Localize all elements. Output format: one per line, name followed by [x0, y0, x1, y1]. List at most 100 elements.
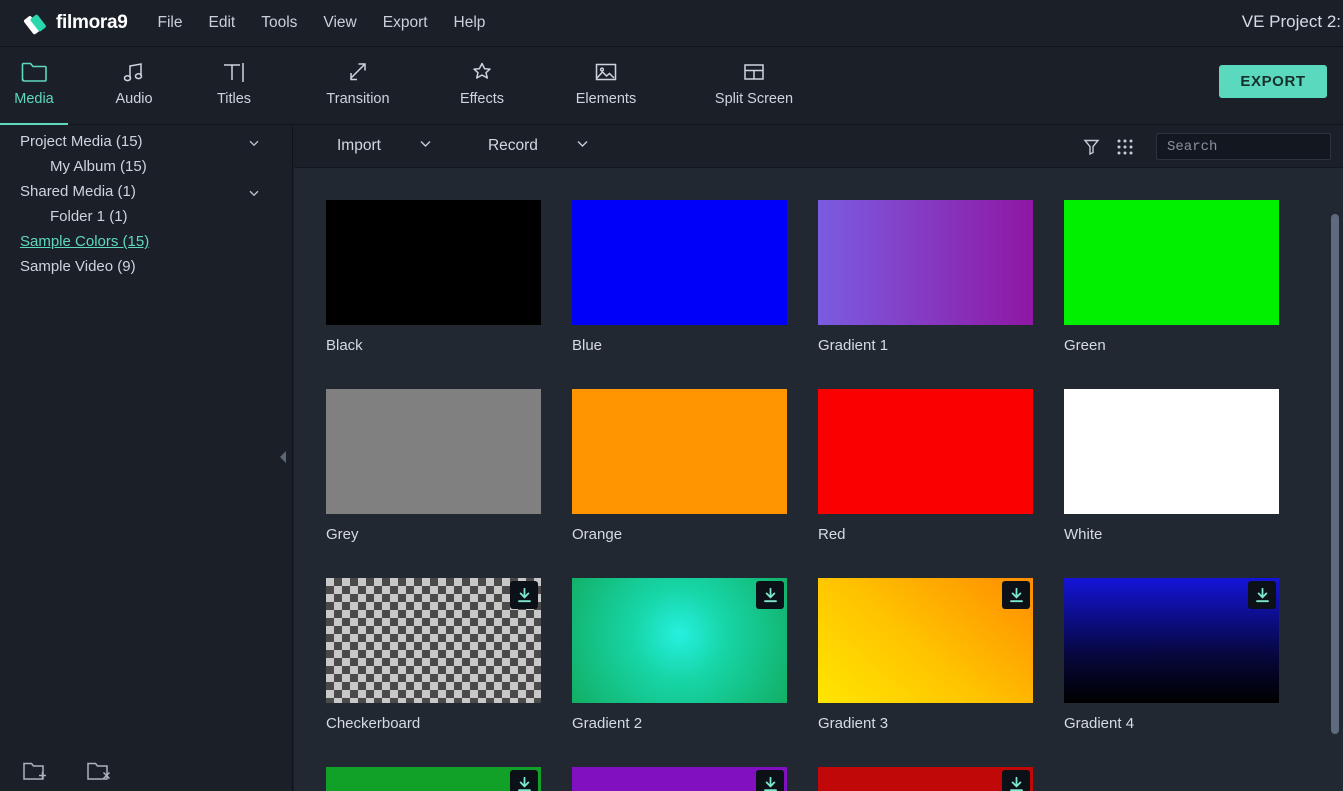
download-arrow-icon[interactable] [1002, 581, 1030, 609]
media-thumbnail[interactable] [326, 578, 541, 703]
media-thumbnail[interactable] [326, 200, 541, 325]
media-thumbnail[interactable] [572, 767, 787, 791]
download-arrow-icon[interactable] [756, 581, 784, 609]
media-toolbar-right [1074, 125, 1331, 168]
media-grid-scroll[interactable]: BlackBlueGradient 1GreenGreyOrangeRedWhi… [294, 168, 1343, 791]
sidebar-item-sample-colors[interactable]: Sample Colors (15) [0, 229, 292, 254]
media-item-label: Gradient 2 [572, 715, 818, 732]
tab-label-titles: Titles [217, 91, 251, 107]
folder-delete-icon[interactable] [86, 759, 114, 783]
sidebar-item-project-media[interactable]: Project Media (15) [0, 129, 292, 154]
download-arrow-icon[interactable] [510, 770, 538, 791]
search-box[interactable] [1156, 133, 1331, 160]
menu-item-view[interactable]: View [323, 14, 356, 32]
media-item-label: Checkerboard [326, 715, 572, 732]
download-arrow-icon[interactable] [1248, 581, 1276, 609]
media-thumbnail[interactable] [818, 578, 1033, 703]
search-input[interactable] [1167, 139, 1343, 155]
media-cell: Gradient 2 [572, 578, 818, 767]
menu-item-file[interactable]: File [158, 14, 183, 32]
media-cell: Red [818, 389, 1064, 578]
menu-bar: File Edit Tools View Export Help [158, 14, 486, 32]
media-item-label: Grey [326, 526, 572, 543]
menu-item-export[interactable]: Export [383, 14, 428, 32]
media-thumbnail[interactable] [326, 389, 541, 514]
tab-audio[interactable]: Audio [100, 47, 168, 125]
media-cell: Checkerboard [326, 578, 572, 767]
collapse-left-icon[interactable] [277, 448, 289, 466]
chevron-down-icon[interactable] [248, 136, 260, 148]
download-arrow-icon[interactable] [756, 770, 784, 791]
media-cell: Grey [326, 389, 572, 578]
media-thumbnail[interactable] [818, 200, 1033, 325]
menu-item-tools[interactable]: Tools [261, 14, 297, 32]
split-screen-icon [741, 60, 767, 84]
tab-label-elements: Elements [576, 91, 636, 107]
media-cell: Gradient 4 [1064, 578, 1310, 767]
import-button[interactable]: Import [337, 137, 432, 155]
media-toolbar: Import Record [294, 125, 1343, 168]
chevron-down-icon[interactable] [419, 137, 432, 155]
media-item-label: Orange [572, 526, 818, 543]
media-thumbnail[interactable] [818, 767, 1033, 791]
media-item-label: Red [818, 526, 1064, 543]
export-button[interactable]: EXPORT [1219, 65, 1327, 98]
tab-transition[interactable]: Transition [300, 47, 416, 125]
media-item-label: Blue [572, 337, 818, 354]
tab-effects[interactable]: Effects [448, 47, 516, 125]
media-cell: White [1064, 389, 1310, 578]
chevron-down-icon[interactable] [576, 137, 589, 155]
media-thumbnail[interactable] [572, 578, 787, 703]
media-thumbnail[interactable] [572, 389, 787, 514]
media-thumbnail[interactable] [572, 200, 787, 325]
sidebar-footer [0, 759, 293, 783]
sidebar-item-sample-video[interactable]: Sample Video (9) [0, 254, 292, 279]
record-button[interactable]: Record [488, 137, 589, 155]
tab-elements[interactable]: Elements [548, 47, 664, 125]
import-label: Import [337, 137, 381, 155]
filter-funnel-icon[interactable] [1074, 132, 1108, 162]
menu-item-help[interactable]: Help [454, 14, 486, 32]
chevron-down-icon[interactable] [248, 186, 260, 198]
tab-titles[interactable]: Titles [200, 47, 268, 125]
text-cursor-icon [221, 60, 247, 84]
media-cell: Green [1064, 200, 1310, 389]
media-library-sidebar: Project Media (15) My Album (15) Shared … [0, 125, 293, 791]
record-label: Record [488, 137, 538, 155]
tab-label-media: Media [14, 91, 54, 107]
tab-label-audio: Audio [115, 91, 152, 107]
media-cell [326, 767, 572, 791]
sidebar-item-folder-1[interactable]: Folder 1 (1) [0, 204, 292, 229]
folder-icon [21, 60, 47, 84]
media-cell: Orange [572, 389, 818, 578]
transition-arrows-icon [345, 60, 371, 84]
sidebar-item-my-album[interactable]: My Album (15) [0, 154, 292, 179]
media-thumbnail[interactable] [1064, 200, 1279, 325]
media-thumbnail[interactable] [818, 389, 1033, 514]
media-grid: BlackBlueGradient 1GreenGreyOrangeRedWhi… [294, 168, 1343, 791]
image-icon [593, 60, 619, 84]
vertical-scrollbar[interactable] [1331, 214, 1339, 789]
media-thumbnail[interactable] [1064, 389, 1279, 514]
tab-label-effects: Effects [460, 91, 504, 107]
tab-split-screen[interactable]: Split Screen [696, 47, 812, 125]
sidebar-label-my-album: My Album (15) [50, 158, 147, 175]
folder-add-icon[interactable] [22, 759, 50, 783]
magic-star-icon [469, 60, 495, 84]
sidebar-label-shared-media: Shared Media (1) [20, 183, 136, 200]
download-arrow-icon[interactable] [1002, 770, 1030, 791]
download-arrow-icon[interactable] [510, 581, 538, 609]
media-browser-panel: Import Record [294, 125, 1343, 791]
media-thumbnail[interactable] [1064, 578, 1279, 703]
tab-media[interactable]: Media [0, 47, 68, 125]
sidebar-label-sample-colors: Sample Colors (15) [20, 233, 149, 250]
media-item-label: Gradient 4 [1064, 715, 1310, 732]
scrollbar-thumb[interactable] [1331, 214, 1339, 734]
grid-view-icon[interactable] [1108, 132, 1142, 162]
media-cell [818, 767, 1064, 791]
media-thumbnail[interactable] [326, 767, 541, 791]
media-cell: Black [326, 200, 572, 389]
menu-item-edit[interactable]: Edit [209, 14, 236, 32]
media-cell [572, 767, 818, 791]
sidebar-item-shared-media[interactable]: Shared Media (1) [0, 179, 292, 204]
